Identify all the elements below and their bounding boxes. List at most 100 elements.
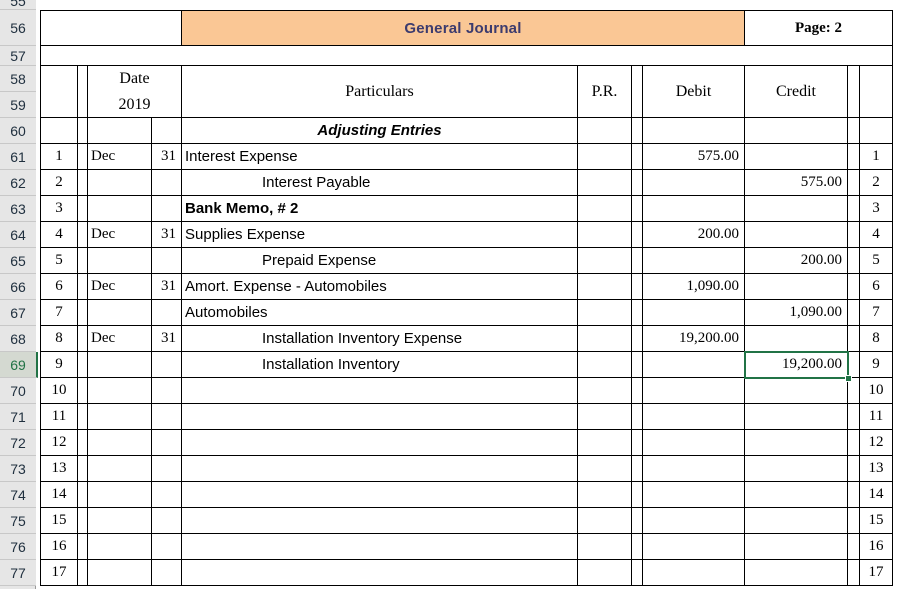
journal-month[interactable]: Dec	[88, 274, 152, 300]
journal-pr[interactable]	[578, 170, 632, 196]
journal-month[interactable]	[88, 300, 152, 326]
row-header-61[interactable]: 61	[0, 144, 36, 170]
journal-particulars[interactable]	[182, 456, 578, 482]
journal-debit[interactable]: 200.00	[643, 222, 745, 248]
journal-day[interactable]	[152, 404, 182, 430]
journal-particulars[interactable]	[182, 404, 578, 430]
journal-particulars[interactable]: Prepaid Expense	[182, 248, 578, 274]
row-header-56[interactable]: 56	[0, 10, 36, 46]
row-header-64[interactable]: 64	[0, 222, 36, 248]
fill-handle[interactable]	[845, 375, 852, 382]
journal-pr[interactable]	[578, 274, 632, 300]
journal-debit[interactable]: 19,200.00	[643, 326, 745, 352]
journal-day[interactable]: 31	[152, 274, 182, 300]
journal-credit[interactable]	[745, 404, 848, 430]
journal-day[interactable]	[152, 482, 182, 508]
row-header-75[interactable]: 75	[0, 508, 36, 534]
journal-credit[interactable]: 1,090.00	[745, 300, 848, 326]
journal-day[interactable]	[152, 508, 182, 534]
row-header-60[interactable]: 60	[0, 118, 36, 144]
row-header-70[interactable]: 70	[0, 378, 36, 404]
journal-particulars[interactable]: Interest Payable	[182, 170, 578, 196]
row-header-58[interactable]: 58	[0, 66, 36, 92]
journal-month[interactable]	[88, 170, 152, 196]
row-header-66[interactable]: 66	[0, 274, 36, 300]
journal-day[interactable]	[152, 456, 182, 482]
row-header-62[interactable]: 62	[0, 170, 36, 196]
journal-particulars[interactable]	[182, 482, 578, 508]
journal-month[interactable]	[88, 560, 152, 586]
journal-day[interactable]: 31	[152, 326, 182, 352]
journal-debit[interactable]	[643, 404, 745, 430]
row-header-67[interactable]: 67	[0, 300, 36, 326]
journal-pr[interactable]	[578, 430, 632, 456]
journal-month[interactable]	[88, 196, 152, 222]
journal-debit[interactable]	[643, 170, 745, 196]
journal-pr[interactable]	[578, 352, 632, 378]
journal-day[interactable]	[152, 560, 182, 586]
row-header-74[interactable]: 74	[0, 482, 36, 508]
journal-pr[interactable]	[578, 300, 632, 326]
journal-pr[interactable]	[578, 482, 632, 508]
journal-debit[interactable]	[643, 534, 745, 560]
row-header-68[interactable]: 68	[0, 326, 36, 352]
journal-pr[interactable]	[578, 196, 632, 222]
journal-particulars[interactable]: Installation Inventory Expense	[182, 326, 578, 352]
journal-credit[interactable]	[745, 378, 848, 404]
journal-particulars[interactable]: Installation Inventory	[182, 352, 578, 378]
journal-credit[interactable]	[745, 482, 848, 508]
journal-day[interactable]	[152, 430, 182, 456]
journal-particulars[interactable]	[182, 560, 578, 586]
journal-debit[interactable]: 1,090.00	[643, 274, 745, 300]
journal-particulars[interactable]	[182, 378, 578, 404]
journal-month[interactable]	[88, 534, 152, 560]
journal-pr[interactable]	[578, 456, 632, 482]
journal-particulars[interactable]	[182, 534, 578, 560]
journal-day[interactable]	[152, 534, 182, 560]
journal-credit[interactable]: 575.00	[745, 170, 848, 196]
journal-month[interactable]	[88, 430, 152, 456]
journal-debit[interactable]	[643, 508, 745, 534]
row-header-65[interactable]: 65	[0, 248, 36, 274]
journal-debit[interactable]: 575.00	[643, 144, 745, 170]
journal-particulars[interactable]: Amort. Expense - Automobiles	[182, 274, 578, 300]
journal-pr[interactable]	[578, 534, 632, 560]
journal-credit[interactable]	[745, 508, 848, 534]
journal-debit[interactable]	[643, 430, 745, 456]
journal-pr[interactable]	[578, 404, 632, 430]
journal-month[interactable]: Dec	[88, 326, 152, 352]
journal-debit[interactable]	[643, 196, 745, 222]
journal-pr[interactable]	[578, 378, 632, 404]
journal-credit[interactable]: 19,200.00	[745, 352, 848, 378]
journal-month[interactable]	[88, 482, 152, 508]
journal-debit[interactable]	[643, 378, 745, 404]
spreadsheet-grid[interactable]: 55 56 57 58 59 60 61 62 63 64 65 66 67 68 69 70 71 72 73 74…	[0, 0, 913, 589]
row-header-63[interactable]: 63	[0, 196, 36, 222]
journal-day[interactable]: 31	[152, 222, 182, 248]
journal-particulars[interactable]: Interest Expense	[182, 144, 578, 170]
row-header-73[interactable]: 73	[0, 456, 36, 482]
journal-day[interactable]	[152, 196, 182, 222]
journal-credit[interactable]	[745, 560, 848, 586]
journal-pr[interactable]	[578, 248, 632, 274]
journal-day[interactable]: 31	[152, 144, 182, 170]
journal-debit[interactable]	[643, 482, 745, 508]
row-header-69[interactable]: 69	[0, 352, 38, 378]
journal-debit[interactable]	[643, 248, 745, 274]
journal-credit[interactable]	[745, 534, 848, 560]
journal-debit[interactable]	[643, 352, 745, 378]
journal-month[interactable]	[88, 456, 152, 482]
row-header-76[interactable]: 76	[0, 534, 36, 560]
row-header-57[interactable]: 57	[0, 46, 36, 66]
journal-day[interactable]	[152, 170, 182, 196]
journal-debit[interactable]	[643, 560, 745, 586]
journal-credit[interactable]	[745, 196, 848, 222]
journal-credit[interactable]	[745, 430, 848, 456]
journal-debit[interactable]	[643, 456, 745, 482]
journal-credit[interactable]: 200.00	[745, 248, 848, 274]
journal-debit[interactable]	[643, 300, 745, 326]
row-header-71[interactable]: 71	[0, 404, 36, 430]
row-header-72[interactable]: 72	[0, 430, 36, 456]
journal-pr[interactable]	[578, 326, 632, 352]
journal-pr[interactable]	[578, 508, 632, 534]
